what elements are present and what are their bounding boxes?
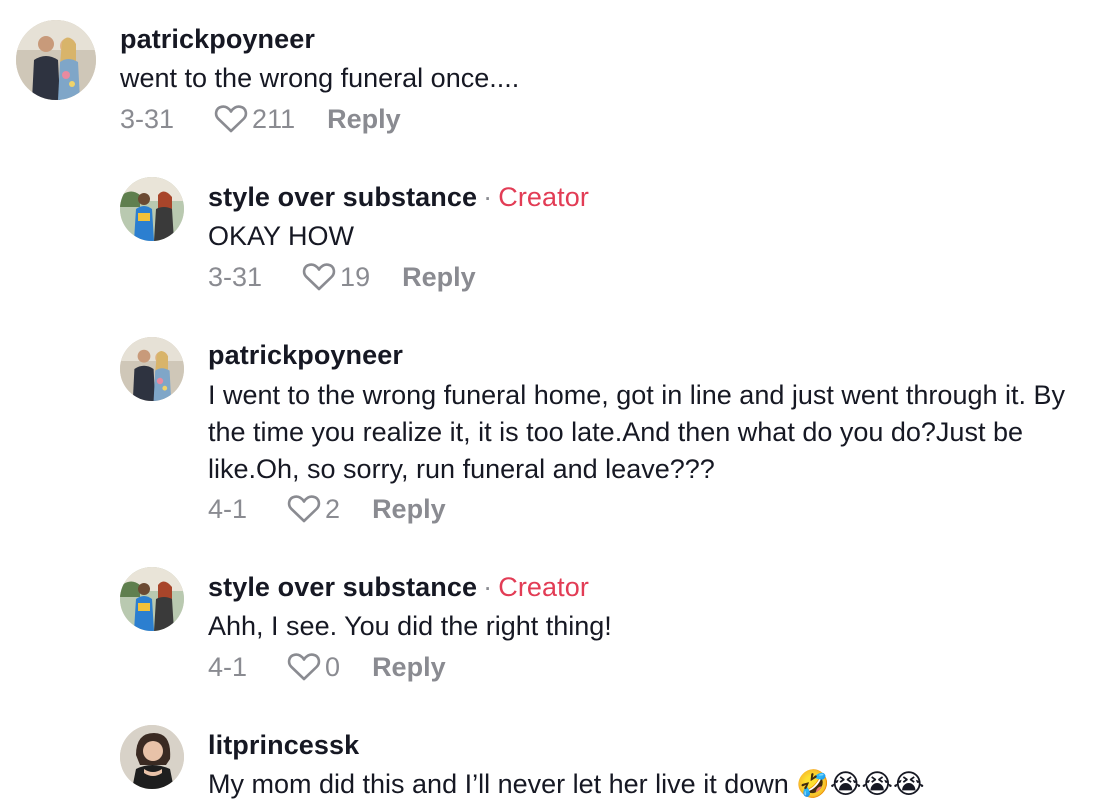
avatar[interactable] [120, 177, 184, 241]
comment-meta: 3-31 211 Reply [120, 101, 401, 137]
reply-button[interactable]: Reply [372, 494, 446, 525]
username-text[interactable]: patrickpoyneer [208, 340, 403, 370]
username-text[interactable]: style over substance [208, 182, 477, 212]
comment-text: went to the wrong funeral once.... [120, 63, 520, 93]
comment-text: OKAY HOW [208, 221, 355, 251]
comment-meta: 3-31 19 Reply [208, 259, 476, 295]
comment-text: My mom did this and I’ll never let her l… [208, 769, 925, 799]
like-button[interactable]: 19 [302, 262, 370, 293]
comment-item: patrickpoyneer went to the wrong funeral… [0, 0, 1102, 150]
separator-dot: · [483, 182, 493, 212]
comment-username[interactable]: litprincessk [208, 730, 359, 761]
comment-date: 3-31 [120, 103, 175, 134]
username-text[interactable]: litprincessk [208, 730, 359, 760]
reply-button[interactable]: Reply [402, 262, 476, 293]
heart-icon [287, 653, 321, 681]
heart-icon [302, 263, 336, 291]
comment-text: I went to the wrong funeral home, got in… [208, 380, 1065, 484]
comment-text: Ahh, I see. You did the right thing! [208, 611, 612, 641]
like-button[interactable]: 0 [287, 652, 340, 683]
creator-photo-avatar-icon [120, 567, 184, 631]
reply-button[interactable]: Reply [327, 104, 401, 135]
comment-username[interactable]: style over substance · Creator [208, 572, 589, 603]
avatar[interactable] [120, 337, 184, 401]
comment-date: 4-1 [208, 651, 248, 682]
comment-item: patrickpoyneer I went to the wrong funer… [0, 320, 1102, 550]
avatar[interactable] [120, 567, 184, 631]
woman-photo-avatar-icon [120, 725, 184, 789]
like-button[interactable]: 211 [214, 104, 295, 135]
comment-meta: 4-1 2 Reply [208, 491, 446, 527]
username-text[interactable]: style over substance [208, 572, 477, 602]
comment-username[interactable]: style over substance · Creator [208, 182, 589, 213]
comment-username[interactable]: patrickpoyneer [208, 340, 403, 371]
heart-icon [287, 495, 321, 523]
like-count: 2 [325, 493, 341, 524]
separator-dot: · [483, 572, 493, 602]
avatar[interactable] [16, 20, 96, 100]
reply-button[interactable]: Reply [372, 652, 446, 683]
comment-date: 4-1 [208, 493, 248, 524]
comment-item: style over substance · Creator Ahh, I see.… [0, 550, 1102, 700]
like-count: 211 [252, 103, 296, 134]
username-text[interactable]: patrickpoyneer [120, 24, 315, 54]
comment-meta: 4-1 0 Reply [208, 649, 446, 685]
like-button[interactable]: 2 [287, 494, 340, 525]
creator-photo-avatar-icon [120, 177, 184, 241]
comment-item: litprincessk My mom did this and I’ll ne… [0, 710, 1102, 810]
heart-icon [214, 105, 248, 133]
comment-item: style over substance · Creator OKAY HOW 3-… [0, 160, 1102, 310]
like-count: 19 [340, 261, 371, 292]
creator-badge: Creator [498, 182, 589, 212]
couple-photo-avatar-icon [120, 337, 184, 401]
avatar[interactable] [120, 725, 184, 789]
creator-badge: Creator [498, 572, 589, 602]
comment-username[interactable]: patrickpoyneer [120, 24, 315, 55]
comment-date: 3-31 [208, 261, 263, 292]
like-count: 0 [325, 651, 341, 682]
couple-photo-avatar-icon [16, 20, 96, 100]
